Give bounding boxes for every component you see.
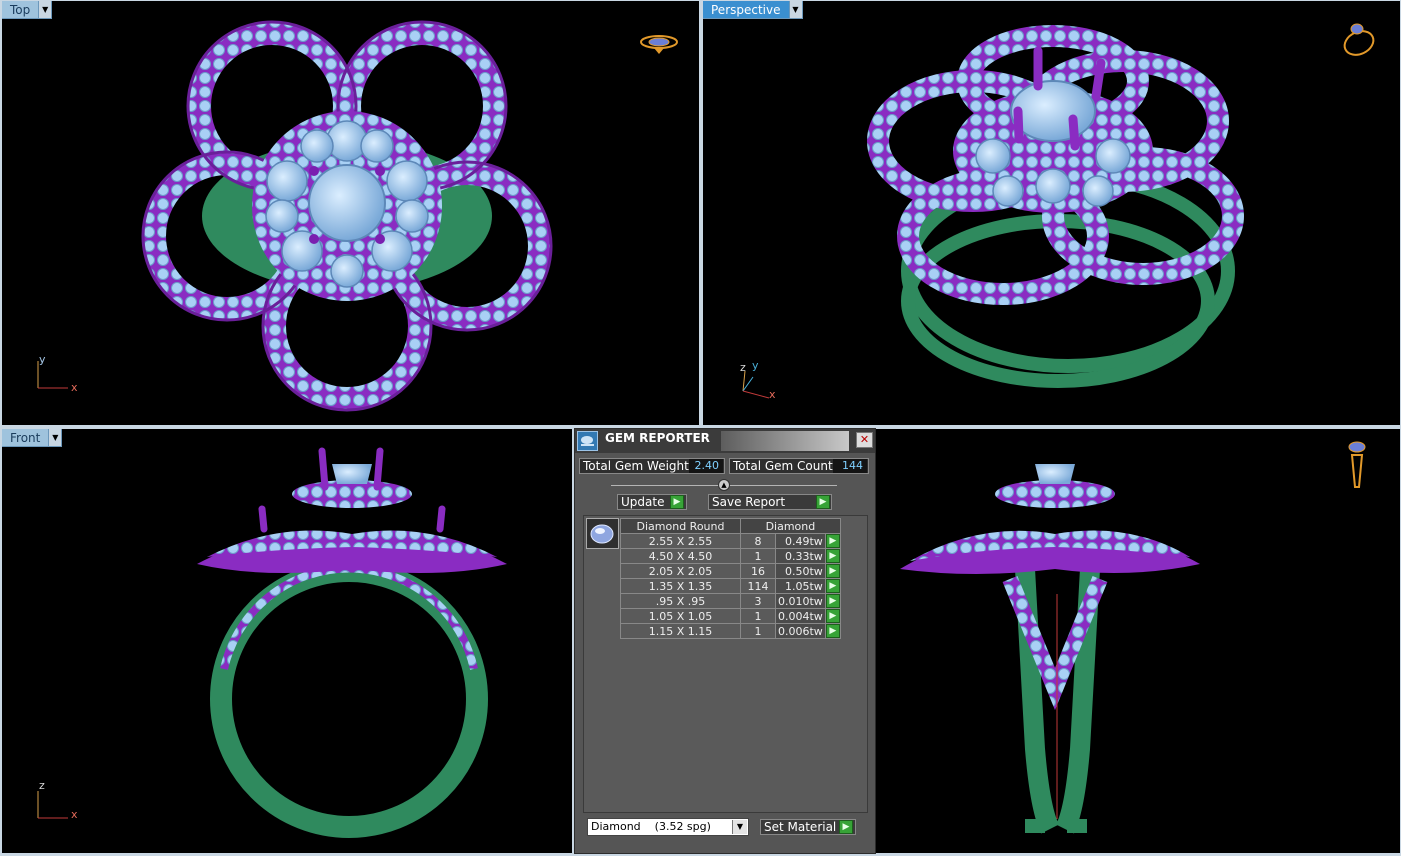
select-row-icon[interactable]: ▶ [825,624,840,638]
ring-orientation-icon [1343,23,1375,56]
ring-orientation-icon [640,35,678,54]
total-gem-count-label: Total Gem Count [733,459,833,473]
viewport-label-top[interactable]: Top ▼ [2,1,53,19]
gem-weight-cell: 0.004tw [775,608,826,624]
gem-row-select-cell[interactable]: ▶ [824,548,841,564]
front-viewport[interactable]: Front ▼ z x [2,429,572,853]
close-icon[interactable]: ✕ [856,432,873,448]
axis-label-x: x [769,388,776,401]
axis-label-y: y [752,359,759,372]
table-row[interactable]: .95 X .95 3 0.010tw ▶ [620,593,841,609]
save-report-label: Save Report [712,495,786,509]
select-row-icon[interactable]: ▶ [825,579,840,593]
gem-size-cell: 1.15 X 1.15 [620,623,741,639]
table-row[interactable]: 1.15 X 1.15 1 0.006tw ▶ [620,623,841,639]
gem-row-select-cell[interactable]: ▶ [824,593,841,609]
gem-table: Diamond Round Diamond 2.55 X 2.55 8 0.49tw… [620,518,841,639]
viewport-label-perspective[interactable]: Perspective ▼ [703,1,803,19]
collapse-toggle-icon[interactable]: ▲ [718,479,730,491]
material-select-value: Diamond (3.52 spg) [591,820,711,833]
save-report-run-icon[interactable]: ▶ [816,495,830,509]
gem-count-cell: 114 [740,578,776,594]
axis-label-y: y [39,353,46,366]
viewport-name[interactable]: Front [2,429,50,447]
gem-count-cell: 16 [740,563,776,579]
gem-reporter-app-icon [577,431,598,451]
gem-size-cell: 4.50 X 4.50 [620,548,741,564]
gem-weight-cell: 0.33tw [775,548,826,564]
set-material-label: Set Material [764,820,837,834]
gem-size-cell: 2.55 X 2.55 [620,533,741,549]
viewport-name[interactable]: Perspective [703,1,790,19]
gem-shape-header: Diamond Round [620,518,741,534]
title-gradient-bar [721,431,849,451]
gem-count-cell: 1 [740,608,776,624]
gem-weight-cell: 0.006tw [775,623,826,639]
total-gem-count-value: 144 [833,459,867,473]
ring-orientation-icon [1348,441,1366,488]
gem-weight-cell: 0.49tw [775,533,826,549]
top-view-ring-render [141,20,553,412]
perspective-viewport[interactable]: Perspective ▼ z y x [703,1,1400,425]
chevron-down-icon[interactable]: ▼ [789,1,803,19]
gem-count-cell: 1 [740,548,776,564]
select-row-icon[interactable]: ▶ [825,594,840,608]
table-row[interactable]: 1.05 X 1.05 1 0.004tw ▶ [620,608,841,624]
select-row-icon[interactable]: ▶ [825,534,840,548]
gem-row-select-cell[interactable]: ▶ [824,608,841,624]
update-button-label: Update [621,495,665,509]
panel-titlebar[interactable]: GEM REPORTER ✕ [575,429,875,453]
select-row-icon[interactable]: ▶ [825,609,840,623]
save-report-button[interactable]: Save Report [708,494,832,510]
chevron-down-icon[interactable]: ▼ [49,429,63,447]
gem-size-cell: 2.05 X 2.05 [620,563,741,579]
gem-count-cell: 3 [740,593,776,609]
gem-row-select-cell[interactable]: ▶ [824,533,841,549]
table-row[interactable]: 1.35 X 1.35 114 1.05tw ▶ [620,578,841,594]
gem-count-cell: 8 [740,533,776,549]
gem-row-select-cell[interactable]: ▶ [824,623,841,639]
chevron-down-icon[interactable]: ▼ [732,820,747,834]
gem-row-select-cell[interactable]: ▶ [824,578,841,594]
update-run-icon[interactable]: ▶ [670,495,684,509]
select-row-icon[interactable]: ▶ [825,549,840,563]
top-viewport[interactable]: Top ▼ y x [2,1,699,425]
right-viewport[interactable] [875,429,1400,853]
set-material-run-icon[interactable]: ▶ [839,820,853,834]
panel-title: GEM REPORTER [605,431,710,445]
table-row[interactable]: 2.55 X 2.55 8 0.49tw ▶ [620,533,841,549]
material-select[interactable]: Diamond (3.52 spg) ▼ [587,818,749,836]
viewport-label-front[interactable]: Front ▼ [2,429,63,447]
gem-weight-cell: 0.010tw [775,593,826,609]
gem-size-cell: 1.35 X 1.35 [620,578,741,594]
right-view-ring-render [900,464,1200,834]
axis-label-x: x [71,381,78,394]
select-row-icon[interactable]: ▶ [825,564,840,578]
gem-count-cell: 1 [740,623,776,639]
perspective-view-ring-render [867,25,1244,388]
viewport-name[interactable]: Top [2,1,40,19]
gem-weight-cell: 1.05tw [775,578,826,594]
axis-label-z: z [39,779,45,792]
table-row[interactable]: 2.05 X 2.05 16 0.50tw ▶ [620,563,841,579]
chevron-down-icon[interactable]: ▼ [39,1,53,19]
total-gem-weight-value: 2.40 [689,459,723,473]
total-gem-weight-label: Total Gem Weight [583,459,689,473]
gem-row-select-cell[interactable]: ▶ [824,563,841,579]
axis-label-x: x [71,808,78,821]
round-diamond-icon[interactable] [586,518,619,549]
axis-label-z: z [740,361,746,374]
gem-material-header: Diamond [740,518,841,534]
gem-size-cell: 1.05 X 1.05 [620,608,741,624]
gem-reporter-panel[interactable]: GEM REPORTER ✕ Total Gem Weight 2.40 Tot… [574,428,876,854]
gem-size-cell: .95 X .95 [620,593,741,609]
gem-weight-cell: 0.50tw [775,563,826,579]
gem-list-area[interactable]: Diamond Round Diamond 2.55 X 2.55 8 0.49tw… [583,515,868,813]
table-row[interactable]: 4.50 X 4.50 1 0.33tw ▶ [620,548,841,564]
